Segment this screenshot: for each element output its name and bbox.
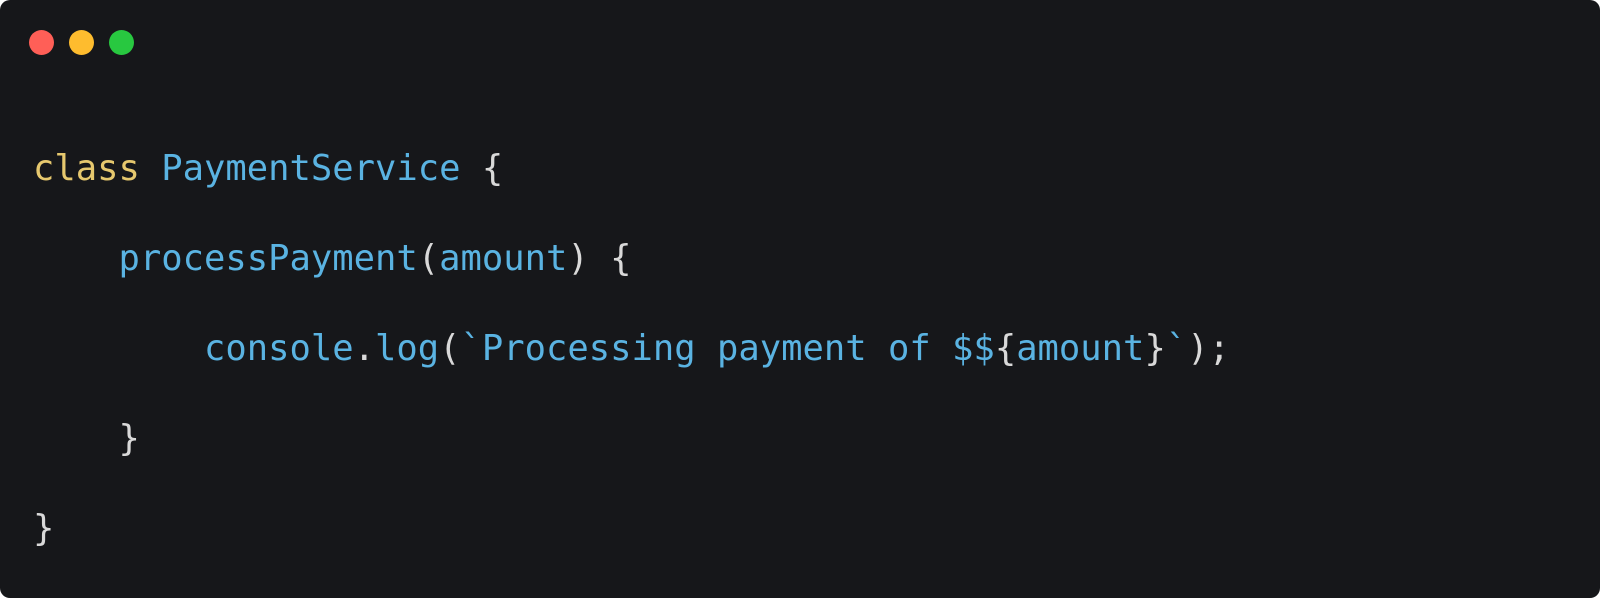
paren-close: ) (567, 238, 589, 279)
object-name: console (203, 328, 354, 369)
param-name: amount (439, 238, 568, 279)
code-line-4: } (33, 394, 1230, 484)
close-brace: } (33, 508, 55, 549)
window-controls (29, 30, 134, 55)
code-line-2: processPayment(amount) { (33, 214, 1230, 304)
class-name: PaymentService (161, 148, 461, 189)
call-name: log (374, 328, 440, 369)
close-brace: } (118, 418, 140, 459)
paren-close-semicolon: ); (1187, 328, 1230, 369)
interp-open: { (994, 328, 1017, 369)
dot: . (353, 328, 375, 369)
template-string-end: ` (1165, 328, 1188, 369)
paren-open: ( (439, 328, 461, 369)
interp-close: } (1144, 328, 1166, 369)
open-brace: { (481, 148, 504, 189)
code-line-3: console.log(`Processing payment of $${am… (33, 304, 1230, 394)
close-window-button[interactable] (29, 30, 54, 55)
code-window: class PaymentService { processPayment(am… (0, 0, 1600, 598)
method-name: processPayment (118, 238, 418, 279)
maximize-window-button[interactable] (109, 30, 134, 55)
class-keyword: class (33, 148, 140, 189)
code-line-5: } (33, 484, 1230, 574)
code-line-1: class PaymentService { (33, 124, 1230, 214)
minimize-window-button[interactable] (69, 30, 94, 55)
template-string-start: `Processing payment of $$ (460, 328, 995, 369)
code-block: class PaymentService { processPayment(am… (33, 124, 1230, 574)
interp-var: amount (1016, 328, 1145, 369)
paren-open: ( (417, 238, 440, 279)
open-brace: { (610, 238, 632, 279)
